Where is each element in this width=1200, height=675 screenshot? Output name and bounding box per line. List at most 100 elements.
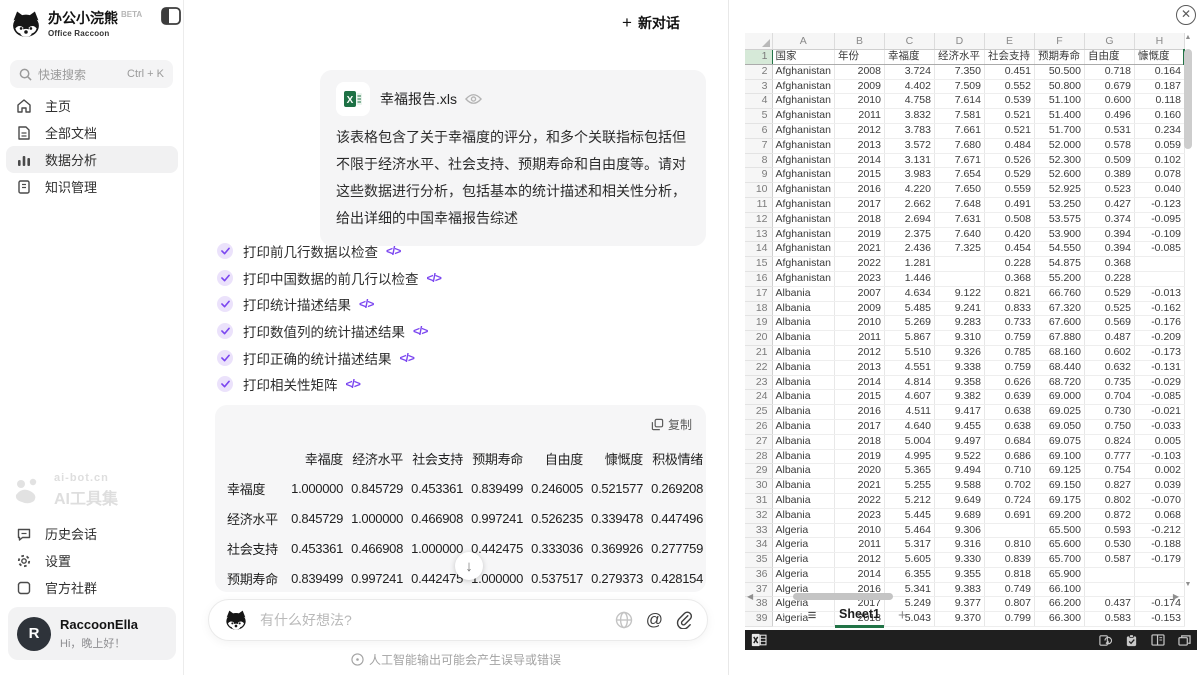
vertical-scroll-thumb[interactable] <box>1184 49 1192 149</box>
cell-value[interactable]: 2012 <box>834 345 884 360</box>
cell-value[interactable]: 2020 <box>834 464 884 479</box>
cell-value[interactable]: 0.583 <box>1084 612 1134 627</box>
cell-value[interactable]: 4.814 <box>884 375 934 390</box>
cell-value[interactable]: 9.330 <box>934 553 984 568</box>
cell-value[interactable]: 2012 <box>834 123 884 138</box>
cell-value[interactable] <box>984 523 1034 538</box>
code-icon[interactable]: </> <box>400 351 414 365</box>
cell-value[interactable]: 3.724 <box>884 64 934 79</box>
cell-value[interactable]: 69.150 <box>1034 479 1084 494</box>
cell-value[interactable]: 54.550 <box>1034 242 1084 257</box>
cell-value[interactable]: 0.228 <box>984 257 1034 272</box>
cell-value[interactable]: 2016 <box>834 405 884 420</box>
cell-value[interactable]: 65.900 <box>1034 567 1084 582</box>
row-number[interactable]: 22 <box>745 360 772 375</box>
cell-value[interactable]: 0.821 <box>984 286 1034 301</box>
cell-value[interactable]: 6.355 <box>884 567 934 582</box>
cell-value[interactable]: 2011 <box>834 538 884 553</box>
header-cell[interactable]: 自由度 <box>1084 50 1134 65</box>
cell-value[interactable]: -0.029 <box>1134 375 1184 390</box>
select-all-corner[interactable] <box>745 33 772 50</box>
cell-value[interactable]: 9.382 <box>934 390 984 405</box>
cell-value[interactable]: 0.523 <box>1084 183 1134 198</box>
sheet-row[interactable]: 5Afghanistan20113.8327.5810.52151.4000.4… <box>745 109 1184 124</box>
code-icon[interactable]: </> <box>346 377 360 391</box>
code-icon[interactable]: </> <box>386 244 400 258</box>
cell-value[interactable]: 0.710 <box>984 464 1034 479</box>
sheet-row[interactable]: 28Albania20194.9959.5220.68669.1000.777-… <box>745 449 1184 464</box>
cell-value[interactable]: 0.068 <box>1134 508 1184 523</box>
web-search-button[interactable] <box>615 611 633 629</box>
cell-value[interactable]: 5.317 <box>884 538 934 553</box>
cell-value[interactable]: -0.162 <box>1134 301 1184 316</box>
cell-value[interactable]: 9.455 <box>934 419 984 434</box>
sheet-row[interactable]: 16Afghanistan20231.4460.36855.2000.228 <box>745 271 1184 286</box>
cell-value[interactable]: 0.632 <box>1084 360 1134 375</box>
cell-value[interactable]: 65.600 <box>1034 538 1084 553</box>
cell-value[interactable]: 5.605 <box>884 553 934 568</box>
cell-country[interactable]: Afghanistan <box>772 242 834 257</box>
cell-value[interactable]: 7.661 <box>934 123 984 138</box>
preview-eye-icon[interactable] <box>465 93 482 105</box>
cell-value[interactable]: 53.250 <box>1034 197 1084 212</box>
sheet-row[interactable]: 20Albania20115.8679.3100.75967.8800.487-… <box>745 331 1184 346</box>
row-number[interactable]: 6 <box>745 123 772 138</box>
cell-value[interactable]: 2022 <box>834 257 884 272</box>
cell-value[interactable]: 0.164 <box>1134 64 1184 79</box>
cell-value[interactable]: -0.103 <box>1134 449 1184 464</box>
cell-country[interactable]: Afghanistan <box>772 212 834 227</box>
cell-value[interactable]: 3.783 <box>884 123 934 138</box>
sheet-row[interactable]: 8Afghanistan20143.1317.6710.52652.3000.5… <box>745 153 1184 168</box>
cell-value[interactable]: 0.733 <box>984 316 1034 331</box>
cell-value[interactable]: 0.818 <box>984 567 1034 582</box>
cell-value[interactable]: 50.800 <box>1034 79 1084 94</box>
cell-value[interactable]: 2010 <box>834 523 884 538</box>
clipboard-check-icon[interactable] <box>1125 634 1138 647</box>
row-number[interactable]: 33 <box>745 523 772 538</box>
row-number[interactable]: 36 <box>745 567 772 582</box>
cell-value[interactable]: 0.487 <box>1084 331 1134 346</box>
cell-value[interactable]: 52.600 <box>1034 168 1084 183</box>
column-header[interactable]: H <box>1134 33 1184 50</box>
cell-value[interactable]: 51.700 <box>1034 123 1084 138</box>
cell-country[interactable]: Albania <box>772 390 834 405</box>
cell-value[interactable] <box>934 257 984 272</box>
header-cell[interactable]: 慷慨度 <box>1134 50 1184 65</box>
sheet-row[interactable]: 18Albania20095.4859.2410.83367.3200.525-… <box>745 301 1184 316</box>
cell-country[interactable]: Albania <box>772 345 834 360</box>
sidebar-item-data-analysis[interactable]: 数据分析 <box>6 146 178 173</box>
cell-value[interactable]: 0.187 <box>1134 79 1184 94</box>
cell-value[interactable]: 0.759 <box>984 331 1034 346</box>
scroll-up-arrow[interactable]: ▲ <box>1181 33 1195 43</box>
spreadsheet-grid[interactable]: ABCDEFGH1国家年份幸福度经济水平社会支持预期寿命自由度慷慨度2Afgha… <box>745 33 1185 627</box>
sheet-row[interactable]: 4Afghanistan20104.7587.6140.53951.1000.6… <box>745 94 1184 109</box>
search-input[interactable]: 快速搜索 Ctrl + K <box>10 60 173 88</box>
add-sheet-button[interactable]: + <box>898 607 907 624</box>
cell-country[interactable]: Afghanistan <box>772 168 834 183</box>
cell-value[interactable] <box>1134 257 1184 272</box>
cell-value[interactable]: 0.785 <box>984 345 1034 360</box>
user-profile-card[interactable]: R RaccoonElla Hi，晚上好！ <box>8 607 176 660</box>
cell-value[interactable]: 0.234 <box>1134 123 1184 138</box>
cell-value[interactable]: 7.640 <box>934 227 984 242</box>
cell-value[interactable]: 68.440 <box>1034 360 1084 375</box>
cell-value[interactable]: -0.209 <box>1134 331 1184 346</box>
cell-value[interactable]: -0.013 <box>1134 286 1184 301</box>
row-number[interactable]: 23 <box>745 375 772 390</box>
sheet-row[interactable]: 17Albania20074.6349.1220.82166.7600.529-… <box>745 286 1184 301</box>
cell-value[interactable]: 68.720 <box>1034 375 1084 390</box>
sheet-row[interactable]: 36Algeria20146.3559.3550.81865.900 <box>745 567 1184 582</box>
cell-country[interactable]: Albania <box>772 449 834 464</box>
cell-value[interactable]: 0.002 <box>1134 464 1184 479</box>
cell-country[interactable]: Albania <box>772 508 834 523</box>
cell-value[interactable]: 4.640 <box>884 419 934 434</box>
cell-value[interactable]: 7.581 <box>934 109 984 124</box>
cell-value[interactable]: -0.131 <box>1134 360 1184 375</box>
cell-country[interactable]: Afghanistan <box>772 197 834 212</box>
row-number[interactable]: 13 <box>745 227 772 242</box>
header-cell[interactable]: 国家 <box>772 50 834 65</box>
cell-value[interactable]: 0.638 <box>984 405 1034 420</box>
row-number[interactable]: 4 <box>745 94 772 109</box>
cell-value[interactable]: 0.578 <box>1084 138 1134 153</box>
cell-value[interactable]: 0.118 <box>1134 94 1184 109</box>
